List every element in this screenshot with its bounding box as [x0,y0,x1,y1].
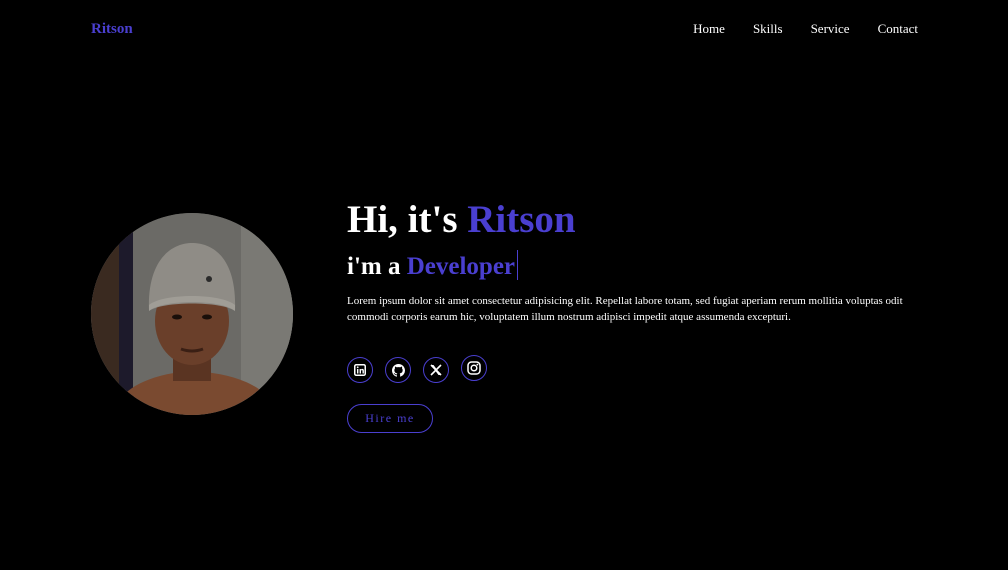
logo-link[interactable]: Ritson [91,19,133,39]
linkedin-link[interactable] [347,357,373,383]
hero-name: Ritson [467,198,576,241]
role-prefix-text: i'm a [347,253,407,280]
profile-photo [91,213,293,415]
hero-heading: Hi, it's Ritson [347,196,907,244]
typing-cursor [517,250,519,280]
github-icon [391,363,405,377]
instagram-link[interactable] [461,355,487,381]
hire-me-button[interactable]: Hire me [347,404,433,433]
nav-link-home[interactable]: Home [693,19,725,39]
portfolio-page: Ritson Home Skills Service Contact Hi, i… [0,0,1008,570]
github-link[interactable] [385,357,411,383]
hero-section: Hi, it's Ritson i'm a Developer Lorem ip… [347,196,907,325]
x-twitter-icon [430,364,442,376]
social-links [347,355,487,383]
hero-subheading: i'm a Developer [347,250,907,283]
nav-link-contact[interactable]: Contact [878,19,918,39]
profile-avatar [91,213,293,415]
nav-link-service[interactable]: Service [811,19,850,39]
x-twitter-link[interactable] [423,357,449,383]
greeting-text: Hi, it's [347,198,468,241]
nav-link-skills[interactable]: Skills [753,19,783,39]
linkedin-icon [354,364,366,376]
hero-role: Developer [406,253,516,280]
hero-description: Lorem ipsum dolor sit amet consectetur a… [347,295,903,323]
instagram-icon [467,361,481,375]
main-nav: Home Skills Service Contact [693,19,918,39]
